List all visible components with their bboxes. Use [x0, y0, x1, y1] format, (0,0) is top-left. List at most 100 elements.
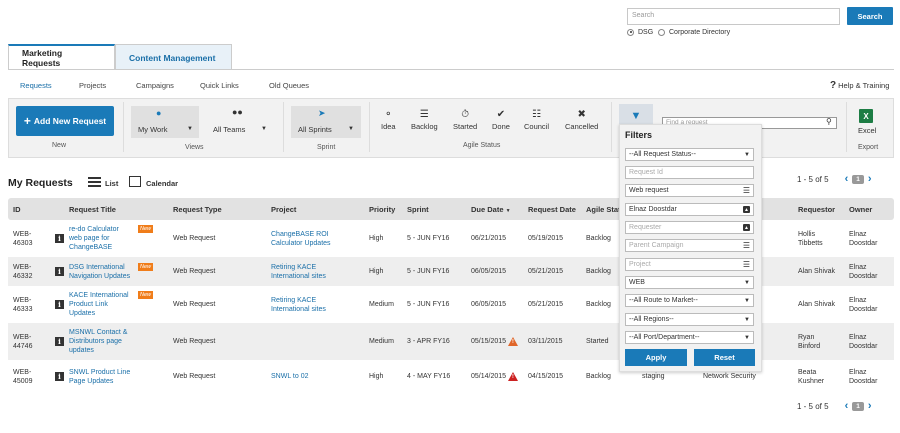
list-view-icon[interactable]	[88, 177, 101, 187]
col-priority[interactable]: Priority	[369, 205, 395, 214]
cell-priority: High	[369, 268, 384, 275]
page-number[interactable]: 1	[852, 401, 864, 411]
subnav-requests[interactable]: Requests	[20, 81, 52, 90]
col-id[interactable]: ID	[13, 205, 21, 214]
info-icon[interactable]: i	[55, 337, 64, 346]
prev-page-icon[interactable]: ‹	[845, 173, 849, 185]
calendar-icon[interactable]	[129, 176, 141, 187]
cell-owner: Elnaz Doostdar	[849, 230, 877, 248]
col-request-date[interactable]: Request Date	[528, 205, 576, 214]
cell-requestor: Hollis Tibbetts	[798, 230, 823, 248]
subnav-projects[interactable]: Projects	[79, 81, 106, 90]
cell-line: Updates	[69, 310, 96, 317]
cell-request-date: 05/21/2015	[528, 268, 564, 275]
chevron-down-icon: ▼	[348, 126, 354, 132]
cell-request-title[interactable]: SNWL Product Line Page Updates	[69, 368, 130, 386]
subnav-old-queues[interactable]: Old Queues	[269, 81, 309, 90]
next-page-icon[interactable]: ›	[868, 173, 872, 185]
web-select[interactable]: WEB ▼	[625, 276, 754, 289]
project-placeholder: Project	[629, 261, 651, 268]
page-number[interactable]: 1	[852, 174, 864, 184]
regions-select[interactable]: --All Regions-- ▼	[625, 313, 754, 326]
prev-page-icon[interactable]: ‹	[845, 400, 849, 412]
request-type-field[interactable]: Web request ☰	[625, 184, 754, 197]
all-sprints-dropdown[interactable]: ➤ All Sprints ▼	[291, 106, 361, 138]
info-icon[interactable]: i	[55, 300, 64, 309]
cell-line: WEB-	[13, 297, 32, 304]
status-backlog[interactable]: ☰ Backlog	[411, 108, 438, 131]
col-due-date[interactable]: Due Date ▼	[471, 205, 511, 214]
radio-corporate-directory[interactable]: Corporate Directory	[658, 27, 730, 37]
request-status-select[interactable]: --All Request Status-- ▼	[625, 148, 754, 161]
info-icon[interactable]: i	[55, 372, 64, 381]
route-to-market-select[interactable]: --All Route to Market-- ▼	[625, 294, 754, 307]
calendar-view-label[interactable]: Calendar	[146, 179, 178, 188]
reset-button[interactable]: Reset	[694, 349, 755, 366]
cell-project[interactable]: Retiring KACE International sites	[271, 263, 326, 281]
status-cancelled[interactable]: ✖ Cancelled	[565, 108, 598, 131]
divider	[283, 102, 284, 152]
cell-owner: Elnaz Doostdar	[849, 296, 877, 314]
parent-campaign-field[interactable]: Parent Campaign ☰	[625, 239, 754, 252]
owner-field[interactable]: Elnaz Doostdar ▲	[625, 203, 754, 216]
person-icon[interactable]: ▲	[743, 224, 750, 231]
next-page-icon[interactable]: ›	[868, 400, 872, 412]
info-icon[interactable]: i	[55, 267, 64, 276]
parent-campaign-placeholder: Parent Campaign	[629, 242, 684, 249]
section-views-label: Views	[185, 144, 204, 151]
cell-request-type: Web Request	[173, 268, 216, 275]
status-idea[interactable]: ⚬ Idea	[381, 108, 396, 131]
warning-icon	[508, 337, 518, 346]
cell-line: Calculator Updates	[271, 240, 331, 247]
cell-line: WEB-	[13, 334, 32, 341]
cell-request-title[interactable]: re-do Calculator web page for ChangeBASE	[69, 225, 119, 252]
subnav-campaigns[interactable]: Campaigns	[136, 81, 174, 90]
tab-marketing-requests[interactable]: Marketing Requests	[8, 44, 115, 70]
requester-field[interactable]: Requester ▲	[625, 221, 754, 234]
status-started[interactable]: ⏱ Started	[453, 108, 477, 131]
cell-request-title[interactable]: KACE International Product Link Updates	[69, 291, 129, 318]
help-icon: ?	[830, 80, 837, 91]
col-owner[interactable]: Owner	[849, 205, 872, 214]
status-done[interactable]: ✔ Done	[492, 108, 510, 131]
excel-icon[interactable]: X	[859, 109, 873, 123]
info-icon[interactable]: i	[55, 234, 64, 243]
col-requestor[interactable]: Requestor	[798, 205, 835, 214]
all-teams-dropdown[interactable]: ●● All Teams ▼	[206, 106, 274, 138]
menu-icon[interactable]: ☰	[743, 186, 750, 195]
cell-line: WEB-	[13, 264, 32, 271]
tab-content-management[interactable]: Content Management	[115, 44, 232, 70]
port-department-select[interactable]: --All Port/Department-- ▼	[625, 331, 754, 344]
cell-request-title[interactable]: DSG International Navigation Updates	[69, 263, 130, 281]
cell-project[interactable]: ChangeBASE ROI Calculator Updates	[271, 230, 331, 248]
my-work-dropdown[interactable]: ● My Work ▼	[131, 106, 199, 138]
cell-request-title[interactable]: MSNWL Contact & Distributors page updates	[69, 328, 127, 355]
col-project[interactable]: Project	[271, 205, 296, 214]
col-agile-status[interactable]: Agile Stat	[586, 205, 621, 214]
cell-sprint: 4 - MAY FY16	[407, 373, 451, 380]
search-input[interactable]: Search	[627, 8, 840, 25]
list-view-label[interactable]: List	[105, 179, 118, 188]
request-id-input[interactable]: Request Id	[625, 166, 754, 179]
apply-button[interactable]: Apply	[625, 349, 687, 366]
person-icon[interactable]: ▲	[743, 206, 750, 213]
menu-icon[interactable]: ☰	[743, 241, 750, 250]
cell-line: staging	[642, 373, 665, 380]
search-button[interactable]: Search	[847, 7, 893, 25]
help-training-link[interactable]: ? Help & Training	[830, 80, 889, 91]
cell-project[interactable]: SNWL to 02	[271, 372, 308, 381]
cell-requestor: Beata Kushner	[798, 368, 824, 386]
menu-icon[interactable]: ☰	[743, 260, 750, 269]
subnav-quick-links[interactable]: Quick Links	[200, 81, 239, 90]
project-field[interactable]: Project ☰	[625, 258, 754, 271]
col-sprint[interactable]: Sprint	[407, 205, 429, 214]
add-new-request-button[interactable]: + Add New Request	[16, 106, 114, 136]
excel-label[interactable]: Excel	[858, 126, 876, 135]
search-icon[interactable]: ⚲	[826, 117, 832, 126]
status-council[interactable]: ☷ Council	[524, 108, 549, 131]
col-request-title[interactable]: Request Title	[69, 205, 116, 214]
cell-project[interactable]: Retiring KACE International sites	[271, 296, 326, 314]
col-request-type[interactable]: Request Type	[173, 205, 222, 214]
cell-line: SNWL Product Line	[69, 369, 131, 376]
radio-dsg[interactable]: DSG	[627, 27, 653, 37]
